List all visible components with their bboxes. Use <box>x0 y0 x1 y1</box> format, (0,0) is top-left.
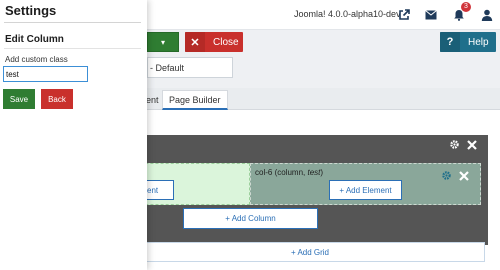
close-icon[interactable] <box>466 139 477 150</box>
save-dropdown-button[interactable]: ▾ <box>147 32 179 52</box>
tab-page-builder[interactable]: Page Builder <box>162 90 228 110</box>
external-link-icon[interactable] <box>397 8 411 22</box>
panel-divider <box>4 48 141 49</box>
notification-count-badge: 3 <box>461 2 471 12</box>
column-title: col-6 (column, test) <box>255 168 324 177</box>
panel-divider <box>4 22 141 23</box>
help-button[interactable]: ? Help <box>440 32 496 52</box>
template-style-field[interactable]: - Default <box>147 57 233 78</box>
help-icon: ? <box>440 32 460 52</box>
gear-icon[interactable] <box>449 139 460 150</box>
back-button[interactable]: Back <box>41 89 73 109</box>
close-button[interactable]: ✕ Close <box>185 32 243 52</box>
column-gear-icon[interactable] <box>441 170 452 181</box>
add-column-button[interactable]: + Add Column <box>183 208 318 229</box>
mail-icon[interactable] <box>424 8 438 22</box>
user-icon[interactable] <box>480 8 494 22</box>
close-icon: ✕ <box>185 32 205 52</box>
help-button-label: Help <box>468 36 489 48</box>
version-label: Joomla! 4.0.0-alpha10-dev <box>294 9 401 19</box>
add-element-button[interactable]: + Add Element <box>329 180 402 200</box>
close-button-label: Close <box>213 36 239 48</box>
custom-class-label: Add custom class <box>5 55 68 64</box>
chevron-down-icon: ▾ <box>160 37 165 47</box>
save-button[interactable]: Save <box>3 89 35 109</box>
add-grid-button[interactable]: + Add Grid <box>135 242 485 262</box>
column-close-icon[interactable] <box>458 170 469 181</box>
panel-subtitle: Edit Column <box>5 34 64 45</box>
settings-panel: Settings Edit Column Add custom class Sa… <box>0 0 147 270</box>
panel-title: Settings <box>5 3 57 18</box>
custom-class-input[interactable] <box>3 66 88 82</box>
